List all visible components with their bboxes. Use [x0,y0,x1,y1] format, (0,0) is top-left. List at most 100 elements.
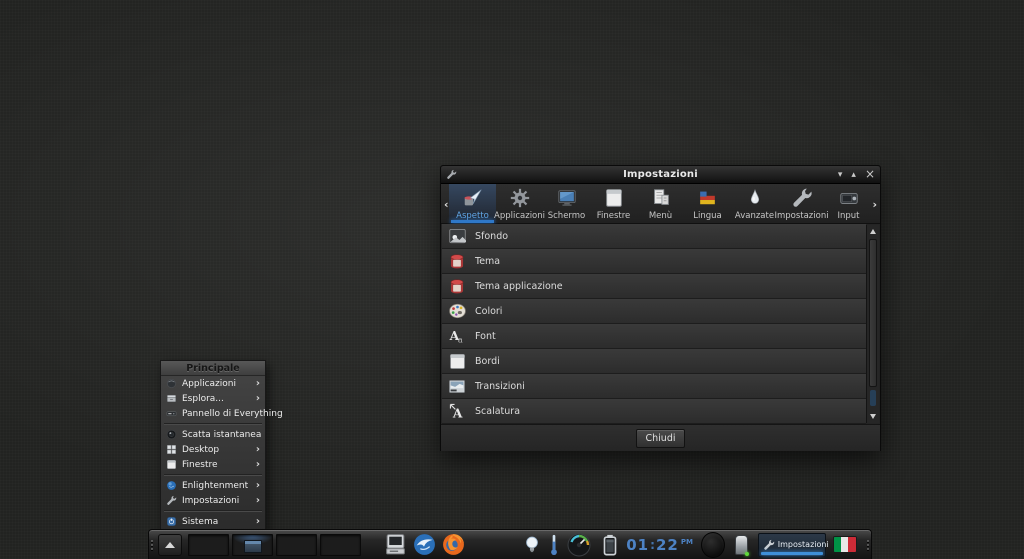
desktop-icon [166,444,177,455]
submenu-arrow-icon: › [256,392,260,406]
shelf: 01 : 22 PM Impostazioni [148,529,872,559]
toolbar-scroll-right-icon[interactable]: › [872,198,877,211]
list-item-label: Scalatura [475,406,520,417]
menu-item-scatta-istantanea[interactable]: Scatta istantanea [161,427,265,442]
clock-hours: 01 [626,536,649,554]
submenu-arrow-icon: › [256,494,260,508]
menu-item-label: Sistema [182,517,218,527]
list-item-tema-applicazione[interactable]: Tema applicazione [442,274,866,299]
tab-finestre[interactable]: Finestre [590,184,637,223]
menu-item-label: Pannello di Everything [182,409,283,419]
scrollbar-thumb[interactable] [869,239,877,387]
tab-schermo[interactable]: Schermo [543,184,590,223]
tab-avanzate[interactable]: Avanzate [731,184,778,223]
advanced-icon [745,186,765,210]
temperature-icon[interactable] [549,533,559,556]
list-item-font[interactable]: Aa Font [442,324,866,349]
scaling-icon: A [447,401,467,421]
scrollbar[interactable] [866,225,879,423]
clock[interactable]: 01 : 22 PM [626,536,693,554]
tab-impostazioni[interactable]: Impostazioni [778,184,825,223]
screen-icon [555,186,579,210]
tab-label: Impostazioni [774,211,828,221]
tab-input[interactable]: Input [825,184,872,223]
scroll-down-icon[interactable] [870,414,876,419]
enlightenment-icon [166,480,177,491]
mixer-knob-icon[interactable] [701,532,725,558]
list-item-colori[interactable]: Colori [442,299,866,324]
pager-desktop-1[interactable] [188,534,229,556]
tab-lingua[interactable]: Lingua [684,184,731,223]
scroll-up-icon[interactable] [870,229,876,234]
list-item-transizioni[interactable]: Transizioni [442,374,866,399]
close-dialog-button[interactable]: Chiudi [636,429,686,448]
pager-desktop-2[interactable] [232,534,273,556]
menu-item-esplora[interactable]: Esplora... › [161,391,265,406]
menu-item-label: Applicazioni [182,379,236,389]
list-item-label: Tema applicazione [475,281,563,292]
tab-menu[interactable]: Menù [637,184,684,223]
tab-label: Lingua [693,211,721,221]
menu-item-finestre[interactable]: Finestre › [161,457,265,472]
category-toolbar: ‹ Aspetto Applicazioni Schermo [441,184,880,224]
settings-window: Impostazioni ▾ ▴ × ‹ Aspetto Applicazion… [440,165,881,451]
titlebar[interactable]: Impostazioni ▾ ▴ × [441,166,880,184]
menu-item-enlightenment[interactable]: Enlightenment › [161,478,265,493]
theme-icon [447,251,467,271]
list-item-scalatura[interactable]: A Scalatura [442,399,866,424]
italian-flag-icon[interactable] [833,536,857,553]
menu-item-label: Desktop [182,445,219,455]
tab-aspetto[interactable]: Aspetto [449,184,496,223]
list-item-tema[interactable]: Tema [442,249,866,274]
window-title: Impostazioni [441,169,880,180]
battery-icon[interactable] [599,533,621,557]
pager-desktop-4[interactable] [320,534,361,556]
pager-window-preview[interactable] [244,540,262,553]
submenu-arrow-icon: › [256,443,260,457]
menu-item-pannello-di-everything[interactable]: Pannello di Everything [161,406,265,421]
list-item-sfondo[interactable]: Sfondo [442,224,866,249]
toolbar-scroll-left-icon[interactable]: ‹ [444,198,449,211]
settings-icon [166,495,177,506]
list-item-label: Bordi [475,356,500,367]
backlight-icon[interactable] [522,534,542,556]
transitions-icon [447,376,467,396]
close-button[interactable]: × [865,166,875,184]
submenu-arrow-icon: › [256,515,260,529]
menu-separator [164,510,262,512]
cpufreq-icon[interactable] [566,532,592,558]
launcher-bar [383,532,466,557]
pager-desktop-3[interactable] [276,534,317,556]
list-item-bordi[interactable]: Bordi [442,349,866,374]
menu-item-applicazioni[interactable]: Applicazioni › [161,376,265,391]
shelf-handle[interactable] [149,540,155,550]
submenu-arrow-icon: › [256,377,260,391]
shelf-handle[interactable] [865,540,871,550]
font-icon: Aa [447,326,467,346]
mail-icon[interactable] [412,532,437,557]
shade-button[interactable]: ▾ [838,166,843,184]
tab-applicazioni[interactable]: Applicazioni [496,184,543,223]
menu-item-desktop[interactable]: Desktop › [161,442,265,457]
system-icon [166,516,177,527]
list-item-label: Tema [475,256,500,267]
menu-item-impostazioni[interactable]: Impostazioni › [161,493,265,508]
unshade-button[interactable]: ▴ [851,166,856,184]
menu-separator [164,474,262,476]
file-manager-icon[interactable] [383,532,408,557]
start-button[interactable] [158,534,182,556]
clock-colon: : [650,538,655,552]
firefox-icon[interactable] [441,532,466,557]
taskbar-item-impostazioni[interactable]: Impostazioni [758,533,826,557]
input-icon [837,186,861,210]
taskbar-item-label: Impostazioni [778,540,829,549]
clock-meridiem: PM [681,538,693,546]
pager [188,534,361,556]
application-theme-icon [447,276,467,296]
clock-minutes: 22 [656,536,679,554]
colors-icon [447,301,467,321]
applications-icon [509,186,531,210]
screenshot-icon [166,429,177,440]
menu-item-sistema[interactable]: Sistema › [161,514,265,529]
systray-icon[interactable] [735,535,748,555]
